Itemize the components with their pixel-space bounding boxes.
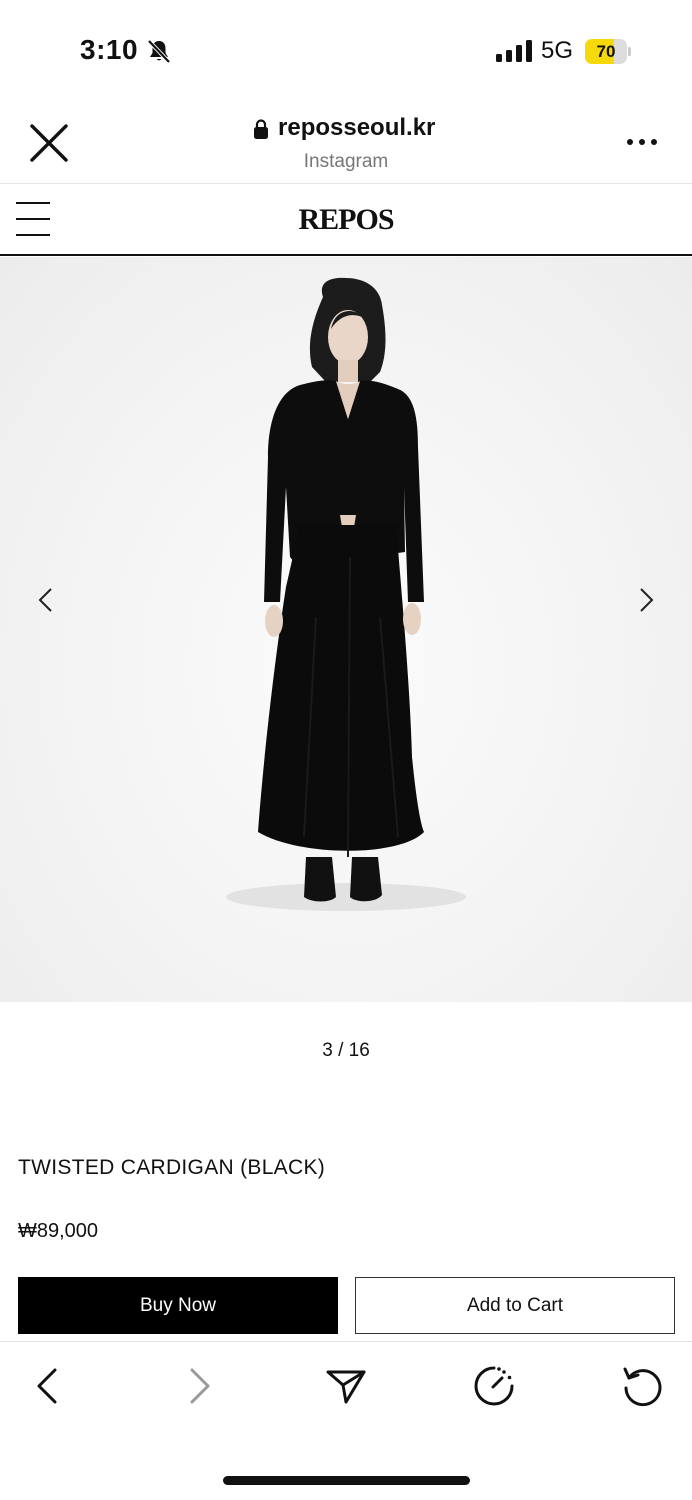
forward-arrow-icon[interactable] [176, 1364, 220, 1408]
status-time: 3:10 [80, 34, 139, 65]
url-text[interactable]: reposseoul.kr [278, 114, 435, 142]
brand-logo[interactable]: REPOS [0, 203, 692, 237]
home-indicator [223, 1476, 470, 1485]
reload-icon[interactable] [620, 1364, 664, 1408]
site-nav: REPOS [0, 185, 692, 256]
send-icon[interactable] [324, 1364, 368, 1408]
battery-percent: 70 [596, 42, 616, 61]
back-arrow-icon[interactable] [27, 1364, 71, 1408]
battery-indicator: 70 [585, 39, 631, 64]
add-to-cart-button[interactable]: Add to Cart [355, 1277, 675, 1334]
status-bar: 3:10 5G 70 [0, 0, 692, 100]
signal-icon [496, 40, 532, 62]
lock-icon [254, 119, 268, 139]
gauge-icon[interactable] [472, 1364, 516, 1408]
source-label: Instagram [303, 151, 389, 172]
buy-now-button[interactable]: Buy Now [18, 1277, 338, 1334]
product-image[interactable] [0, 257, 692, 1002]
chevron-right-icon[interactable] [630, 584, 662, 616]
model-photo [226, 277, 466, 911]
bell-muted-icon [147, 39, 171, 64]
product-title: TWISTED CARDIGAN (BLACK) [18, 1156, 326, 1179]
chevron-left-icon[interactable] [30, 584, 62, 616]
more-icon[interactable] [624, 130, 660, 154]
network-label: 5G [541, 37, 574, 64]
product-price: ₩89,000 [18, 1220, 99, 1242]
image-counter: 3 / 16 [322, 1040, 370, 1061]
browser-header: reposseoul.kr Instagram [0, 100, 692, 184]
